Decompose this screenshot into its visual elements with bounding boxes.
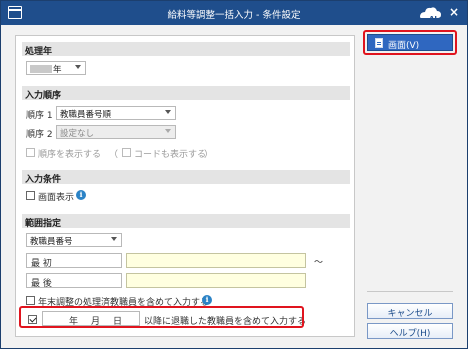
year-select[interactable]: 年	[26, 61, 86, 75]
ai-logo-text: AI	[429, 15, 437, 22]
range-field-select[interactable]: 教職員番号	[26, 233, 122, 247]
range-last-label-box: 最 後	[26, 273, 122, 289]
info-icon[interactable]: i	[76, 190, 86, 200]
button-divider	[367, 291, 453, 292]
order-section-header: 入力順序	[22, 86, 350, 101]
order2-select[interactable]: 設定なし	[56, 125, 176, 139]
screen-display-checkbox[interactable]	[26, 191, 35, 200]
include-processed-checkbox[interactable]	[26, 296, 35, 305]
order2-value: 設定なし	[60, 129, 95, 139]
show-code-label: コードも表示する	[134, 150, 207, 160]
range-first-input[interactable]	[126, 253, 306, 268]
chevron-down-icon	[165, 110, 171, 114]
screen-button-highlight	[363, 30, 457, 55]
order1-label: 順序 1	[26, 111, 53, 121]
cancel-button[interactable]: キャンセル	[367, 303, 453, 319]
range-first-label-box: 最 初	[26, 253, 122, 269]
chevron-down-icon	[165, 129, 171, 133]
paren-open: （	[109, 150, 119, 160]
conditions-panel: 処理年 年 入力順序 順序 1 教職員番号順 順序 2 設定なし 順序を表示する…	[15, 35, 355, 337]
retired-option-highlight	[19, 306, 304, 328]
title-bar: 給料等調整一括入力 - 条件設定 AI ×	[1, 1, 467, 25]
screen-display-label: 画面表示	[38, 193, 75, 203]
range-tilde: ～	[314, 258, 324, 268]
condition-section-header: 入力条件	[22, 170, 350, 185]
chevron-down-icon	[111, 237, 117, 241]
range-section-header: 範囲指定	[22, 214, 350, 229]
show-code-checkbox[interactable]	[122, 148, 131, 157]
order1-value: 教職員番号順	[60, 110, 112, 120]
info-icon[interactable]: i	[202, 295, 212, 305]
show-order-checkbox[interactable]	[26, 148, 35, 157]
ai-logo-icon: AI	[420, 7, 441, 22]
year-section-header: 処理年	[22, 42, 350, 57]
chevron-down-icon	[75, 65, 81, 69]
window-title: 給料等調整一括入力 - 条件設定	[167, 10, 301, 21]
paren-close: ）	[204, 150, 214, 160]
show-order-label: 順序を表示する	[38, 150, 102, 160]
range-last-input[interactable]	[126, 273, 306, 288]
year-suffix: 年	[53, 65, 62, 75]
close-button[interactable]: ×	[449, 5, 459, 19]
year-value-placeholder	[30, 65, 52, 73]
order1-select[interactable]: 教職員番号順	[56, 106, 176, 120]
order2-label: 順序 2	[26, 130, 53, 140]
dialog-window: 給料等調整一括入力 - 条件設定 AI × 処理年 年 入力順序 順序 1 教職…	[0, 0, 468, 349]
help-button[interactable]: ヘルプ(H)	[367, 323, 453, 339]
range-field-value: 教職員番号	[30, 237, 73, 247]
